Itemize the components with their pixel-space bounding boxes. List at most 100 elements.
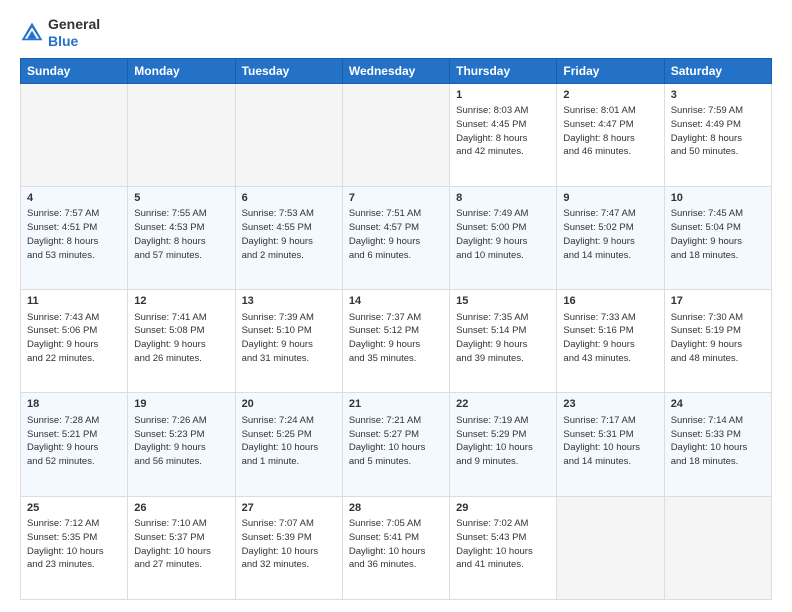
day-number: 20: [242, 397, 336, 412]
day-number: 16: [563, 294, 657, 309]
day-number: 7: [349, 191, 443, 206]
day-info: Sunrise: 7:39 AM Sunset: 5:10 PM Dayligh…: [242, 311, 336, 366]
calendar-cell: 4Sunrise: 7:57 AM Sunset: 4:51 PM Daylig…: [21, 186, 128, 289]
day-info: Sunrise: 7:10 AM Sunset: 5:37 PM Dayligh…: [134, 517, 228, 572]
day-number: 27: [242, 501, 336, 516]
day-info: Sunrise: 7:45 AM Sunset: 5:04 PM Dayligh…: [671, 207, 765, 262]
day-info: Sunrise: 7:17 AM Sunset: 5:31 PM Dayligh…: [563, 414, 657, 469]
page: General Blue SundayMondayTuesdayWednesda…: [0, 0, 792, 612]
day-number: 15: [456, 294, 550, 309]
day-info: Sunrise: 7:55 AM Sunset: 4:53 PM Dayligh…: [134, 207, 228, 262]
day-number: 14: [349, 294, 443, 309]
day-number: 8: [456, 191, 550, 206]
calendar-cell: 23 Sunrise: 7:17 AM Sunset: 5:31 PM Dayli…: [557, 393, 664, 496]
header: General Blue: [20, 16, 772, 50]
day-info: Sunrise: 7:05 AM Sunset: 5:41 PM Dayligh…: [349, 517, 443, 572]
calendar-cell: [235, 83, 342, 186]
col-header-thursday: Thursday: [450, 58, 557, 83]
calendar-cell: 25Sunrise: 7:12 AM Sunset: 5:35 PM Dayli…: [21, 496, 128, 599]
day-info: Sunrise: 7:59 AM Sunset: 4:49 PM Dayligh…: [671, 104, 765, 159]
day-number: 18: [27, 397, 121, 412]
calendar-cell: 19 Sunrise: 7:26 AM Sunset: 5:23 PM Dayli…: [128, 393, 235, 496]
day-number: 1: [456, 88, 550, 103]
day-number: 23: [563, 397, 657, 412]
day-info: Sunrise: 7:49 AM Sunset: 5:00 PM Dayligh…: [456, 207, 550, 262]
calendar-cell: 8Sunrise: 7:49 AM Sunset: 5:00 PM Daylig…: [450, 186, 557, 289]
day-number: 13: [242, 294, 336, 309]
calendar-cell: 27Sunrise: 7:07 AM Sunset: 5:39 PM Dayli…: [235, 496, 342, 599]
day-number: 9: [563, 191, 657, 206]
calendar-cell: 24 Sunrise: 7:14 AM Sunset: 5:33 PM Dayli…: [664, 393, 771, 496]
calendar-cell: 26Sunrise: 7:10 AM Sunset: 5:37 PM Dayli…: [128, 496, 235, 599]
day-info: Sunrise: 7:14 AM Sunset: 5:33 PM Dayligh…: [671, 414, 765, 469]
calendar-cell: 16Sunrise: 7:33 AM Sunset: 5:16 PM Dayli…: [557, 290, 664, 393]
col-header-sunday: Sunday: [21, 58, 128, 83]
day-number: 11: [27, 294, 121, 309]
col-header-saturday: Saturday: [664, 58, 771, 83]
calendar-cell: 17Sunrise: 7:30 AM Sunset: 5:19 PM Dayli…: [664, 290, 771, 393]
calendar-cell: 15 Sunrise: 7:35 AM Sunset: 5:14 PM Dayli…: [450, 290, 557, 393]
day-info: Sunrise: 7:19 AM Sunset: 5:29 PM Dayligh…: [456, 414, 550, 469]
calendar-cell: 18 Sunrise: 7:28 AM Sunset: 5:21 PM Dayli…: [21, 393, 128, 496]
day-info: Sunrise: 7:47 AM Sunset: 5:02 PM Dayligh…: [563, 207, 657, 262]
calendar-week-row: 11 Sunrise: 7:43 AM Sunset: 5:06 PM Dayli…: [21, 290, 772, 393]
calendar-header-row: SundayMondayTuesdayWednesdayThursdayFrid…: [21, 58, 772, 83]
calendar-cell: 11 Sunrise: 7:43 AM Sunset: 5:06 PM Dayli…: [21, 290, 128, 393]
calendar-cell: 5Sunrise: 7:55 AM Sunset: 4:53 PM Daylig…: [128, 186, 235, 289]
day-info: Sunrise: 7:07 AM Sunset: 5:39 PM Dayligh…: [242, 517, 336, 572]
calendar-cell: 20 Sunrise: 7:24 AM Sunset: 5:25 PM Dayli…: [235, 393, 342, 496]
calendar-cell: [557, 496, 664, 599]
calendar-week-row: 25Sunrise: 7:12 AM Sunset: 5:35 PM Dayli…: [21, 496, 772, 599]
day-info: Sunrise: 7:26 AM Sunset: 5:23 PM Dayligh…: [134, 414, 228, 469]
day-info: Sunrise: 7:02 AM Sunset: 5:43 PM Dayligh…: [456, 517, 550, 572]
day-number: 12: [134, 294, 228, 309]
calendar-cell: [664, 496, 771, 599]
col-header-tuesday: Tuesday: [235, 58, 342, 83]
calendar-week-row: 1Sunrise: 8:03 AM Sunset: 4:45 PM Daylig…: [21, 83, 772, 186]
calendar-cell: 3Sunrise: 7:59 AM Sunset: 4:49 PM Daylig…: [664, 83, 771, 186]
calendar-cell: 21Sunrise: 7:21 AM Sunset: 5:27 PM Dayli…: [342, 393, 449, 496]
calendar-table: SundayMondayTuesdayWednesdayThursdayFrid…: [20, 58, 772, 600]
day-info: Sunrise: 7:21 AM Sunset: 5:27 PM Dayligh…: [349, 414, 443, 469]
logo-icon: [20, 21, 44, 45]
calendar-cell: 9Sunrise: 7:47 AM Sunset: 5:02 PM Daylig…: [557, 186, 664, 289]
col-header-monday: Monday: [128, 58, 235, 83]
day-number: 10: [671, 191, 765, 206]
day-info: Sunrise: 7:53 AM Sunset: 4:55 PM Dayligh…: [242, 207, 336, 262]
day-number: 19: [134, 397, 228, 412]
logo-text: General Blue: [48, 16, 100, 50]
day-info: Sunrise: 7:57 AM Sunset: 4:51 PM Dayligh…: [27, 207, 121, 262]
calendar-cell: 22 Sunrise: 7:19 AM Sunset: 5:29 PM Dayli…: [450, 393, 557, 496]
calendar-cell: 28Sunrise: 7:05 AM Sunset: 5:41 PM Dayli…: [342, 496, 449, 599]
day-info: Sunrise: 7:37 AM Sunset: 5:12 PM Dayligh…: [349, 311, 443, 366]
day-info: Sunrise: 7:28 AM Sunset: 5:21 PM Dayligh…: [27, 414, 121, 469]
day-number: 5: [134, 191, 228, 206]
day-info: Sunrise: 7:41 AM Sunset: 5:08 PM Dayligh…: [134, 311, 228, 366]
day-number: 26: [134, 501, 228, 516]
logo: General Blue: [20, 16, 100, 50]
day-info: Sunrise: 7:43 AM Sunset: 5:06 PM Dayligh…: [27, 311, 121, 366]
calendar-week-row: 4Sunrise: 7:57 AM Sunset: 4:51 PM Daylig…: [21, 186, 772, 289]
calendar-cell: 14 Sunrise: 7:37 AM Sunset: 5:12 PM Dayli…: [342, 290, 449, 393]
day-info: Sunrise: 7:12 AM Sunset: 5:35 PM Dayligh…: [27, 517, 121, 572]
day-number: 4: [27, 191, 121, 206]
calendar-cell: 6Sunrise: 7:53 AM Sunset: 4:55 PM Daylig…: [235, 186, 342, 289]
calendar-cell: [342, 83, 449, 186]
day-info: Sunrise: 8:01 AM Sunset: 4:47 PM Dayligh…: [563, 104, 657, 159]
day-number: 3: [671, 88, 765, 103]
day-info: Sunrise: 7:35 AM Sunset: 5:14 PM Dayligh…: [456, 311, 550, 366]
calendar-cell: [21, 83, 128, 186]
calendar-cell: 2Sunrise: 8:01 AM Sunset: 4:47 PM Daylig…: [557, 83, 664, 186]
day-number: 25: [27, 501, 121, 516]
calendar-week-row: 18 Sunrise: 7:28 AM Sunset: 5:21 PM Dayli…: [21, 393, 772, 496]
day-number: 29: [456, 501, 550, 516]
calendar-cell: 29Sunrise: 7:02 AM Sunset: 5:43 PM Dayli…: [450, 496, 557, 599]
day-number: 22: [456, 397, 550, 412]
col-header-wednesday: Wednesday: [342, 58, 449, 83]
calendar-cell: 12 Sunrise: 7:41 AM Sunset: 5:08 PM Dayli…: [128, 290, 235, 393]
calendar-cell: 7Sunrise: 7:51 AM Sunset: 4:57 PM Daylig…: [342, 186, 449, 289]
col-header-friday: Friday: [557, 58, 664, 83]
calendar-cell: 10Sunrise: 7:45 AM Sunset: 5:04 PM Dayli…: [664, 186, 771, 289]
day-number: 24: [671, 397, 765, 412]
day-info: Sunrise: 7:24 AM Sunset: 5:25 PM Dayligh…: [242, 414, 336, 469]
